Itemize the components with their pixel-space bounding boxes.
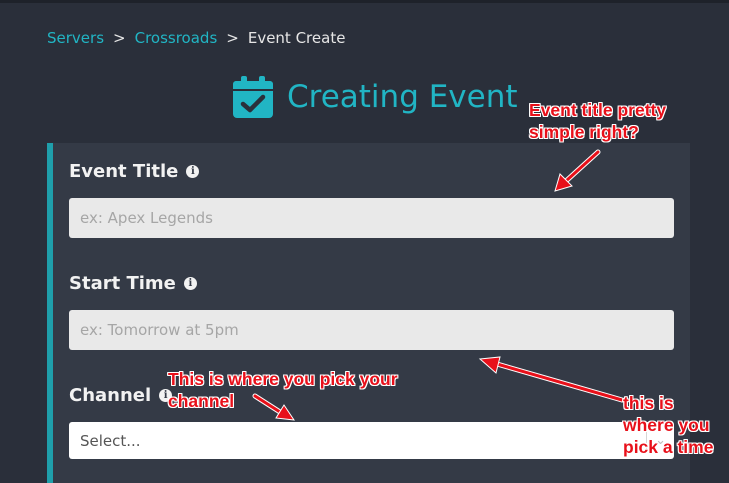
annotation-line: Event title pretty	[529, 100, 667, 120]
event-title-label-text: Event Title	[69, 161, 179, 182]
page-header: Creating Event	[232, 74, 518, 120]
annotation-channel-note: This is where you pick your channel	[168, 368, 398, 412]
breadcrumb-current: Event Create	[247, 29, 346, 47]
annotation-line: This is where you pick your	[168, 369, 398, 389]
breadcrumb: Servers > Crossroads > Event Create	[47, 29, 345, 47]
start-time-input[interactable]	[69, 310, 674, 350]
annotation-line: simple right?	[529, 122, 639, 142]
annotation-line: this is	[623, 393, 674, 413]
event-title-label: Event Title i	[69, 161, 200, 182]
breadcrumb-crossroads[interactable]: Crossroads	[135, 29, 218, 47]
annotation-line: where you	[623, 415, 710, 435]
annotation-time-note: this is where you pick a time	[623, 392, 713, 458]
annotation-line: channel	[168, 391, 235, 411]
start-time-label: Start Time i	[69, 273, 197, 294]
calendar-check-icon	[233, 76, 273, 118]
event-title-input[interactable]	[69, 198, 674, 238]
breadcrumb-servers[interactable]: Servers	[47, 29, 104, 47]
annotation-title-note: Event title pretty simple right?	[529, 99, 666, 143]
channel-select-value: Select...	[80, 431, 141, 450]
page-title: Creating Event	[287, 79, 518, 115]
start-time-label-text: Start Time	[69, 273, 176, 294]
info-icon[interactable]: i	[183, 277, 197, 290]
breadcrumb-separator: >	[113, 29, 126, 47]
channel-label-text: Channel	[69, 385, 152, 406]
top-strip	[0, 0, 729, 3]
annotation-line: pick a time	[623, 437, 714, 457]
channel-select[interactable]: Select... ⌄	[69, 422, 674, 459]
channel-label: Channel i	[69, 385, 173, 406]
breadcrumb-separator: >	[226, 29, 239, 47]
info-icon[interactable]: i	[186, 165, 200, 178]
